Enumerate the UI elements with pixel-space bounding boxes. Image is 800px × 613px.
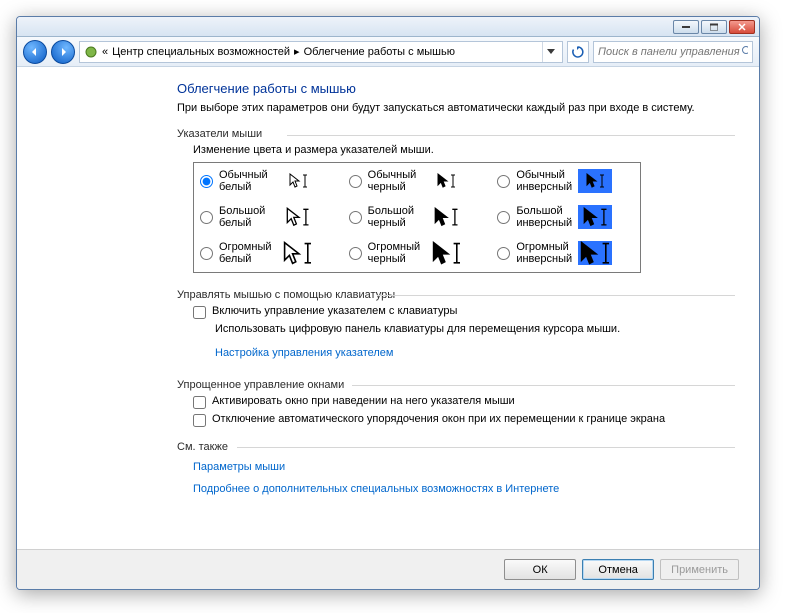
group-pointers: Указатели мыши (177, 128, 735, 140)
pointer-preview (281, 205, 315, 229)
pointer-preview (430, 241, 464, 265)
pointer-radio[interactable] (497, 175, 510, 188)
minimize-button[interactable] (673, 20, 699, 34)
pointer-label: Большойинверсный (516, 205, 574, 229)
pointer-label: Обычныйинверсный (516, 169, 574, 193)
pointer-option[interactable]: Большойинверсный (491, 199, 640, 235)
link-pointer-setup[interactable]: Настройка управления указателем (215, 347, 394, 359)
maximize-button[interactable] (701, 20, 727, 34)
close-button[interactable] (729, 20, 755, 34)
pointer-option[interactable]: Огромныйбелый (194, 235, 343, 271)
pointer-preview (578, 205, 612, 229)
link-online-accessibility[interactable]: Подробнее о дополнительных специальных в… (193, 483, 559, 495)
nav-back-button[interactable] (23, 40, 47, 64)
pointers-desc: Изменение цвета и размера указателей мыш… (193, 144, 735, 156)
search-box[interactable] (593, 41, 753, 63)
pointer-option[interactable]: Обычныйинверсный (491, 163, 640, 199)
breadcrumb-sep: ▸ (294, 45, 300, 58)
pointer-option[interactable]: Большойчерный (343, 199, 492, 235)
pointer-label: Обычныйбелый (219, 169, 277, 193)
pointer-grid: Обычныйбелый Обычныйчерный Обычныйинверсны… (193, 162, 641, 273)
pointer-preview (281, 169, 315, 193)
pointer-preview (430, 169, 464, 193)
page-title: Облегчение работы с мышью (177, 81, 735, 96)
nav-forward-button[interactable] (51, 40, 75, 64)
caret-icon (599, 174, 605, 188)
control-panel-icon (84, 45, 98, 59)
pointer-option[interactable]: Большойбелый (194, 199, 343, 235)
breadcrumb[interactable]: « Центр специальных возможностей ▸ Облег… (79, 41, 563, 63)
caret-icon (451, 208, 459, 226)
pointer-option[interactable]: Обычныйбелый (194, 163, 343, 199)
titlebar (17, 17, 759, 37)
pointer-radio[interactable] (200, 211, 213, 224)
breadcrumb-part1[interactable]: Центр специальных возможностей (112, 46, 290, 58)
search-input[interactable] (598, 46, 741, 58)
pointer-radio[interactable] (349, 211, 362, 224)
check-mousekeys-input[interactable] (193, 306, 206, 319)
caret-icon (452, 242, 462, 264)
pointer-option[interactable]: Огромныйинверсный (491, 235, 640, 271)
caret-icon (303, 242, 313, 264)
caret-icon (600, 208, 608, 226)
caret-icon (450, 174, 456, 188)
pointer-preview (578, 169, 612, 193)
check-activate-hover-input[interactable] (193, 396, 206, 409)
apply-button[interactable]: Применить (660, 559, 739, 580)
window: « Центр специальных возможностей ▸ Облег… (16, 16, 760, 590)
cursor-arrow-icon (283, 241, 302, 267)
pointer-label: Большойбелый (219, 205, 277, 229)
pointer-label: Огромныйчерный (368, 241, 426, 265)
pointer-option[interactable]: Огромныйчерный (343, 235, 492, 271)
group-windows: Упрощенное управление окнами (177, 379, 735, 391)
nav-bar: « Центр специальных возможностей ▸ Облег… (17, 37, 759, 67)
caret-icon (302, 174, 308, 188)
pointer-radio[interactable] (349, 175, 362, 188)
cursor-arrow-icon (289, 173, 301, 189)
pointer-label: Большойчерный (368, 205, 426, 229)
check-activate-hover[interactable]: Активировать окно при наведении на него … (193, 395, 735, 409)
pointer-radio[interactable] (349, 247, 362, 260)
cancel-button[interactable]: Отмена (582, 559, 654, 580)
group-keyboard: Управлять мышью с помощью клавиатуры (177, 289, 735, 301)
pointer-preview (578, 241, 612, 265)
pointer-preview (430, 205, 464, 229)
group-seealso: См. также (177, 441, 735, 453)
check-disable-snap[interactable]: Отключение автоматического упорядочения … (193, 413, 735, 427)
check-disable-snap-input[interactable] (193, 414, 206, 427)
caret-icon (601, 242, 611, 264)
cursor-arrow-icon (437, 173, 449, 189)
pointer-label: Обычныйчерный (368, 169, 426, 193)
breadcrumb-prefix: « (102, 46, 108, 58)
pointer-radio[interactable] (497, 247, 510, 260)
pointer-label: Огромныйбелый (219, 241, 277, 265)
cursor-arrow-icon (432, 241, 451, 267)
caret-icon (302, 208, 310, 226)
pointer-label: Огромныйинверсный (516, 241, 574, 265)
footer: ОК Отмена Применить (17, 549, 759, 589)
keyboard-desc: Использовать цифровую панель клавиатуры … (215, 323, 735, 335)
page-subtitle: При выборе этих параметров они будут зап… (177, 102, 735, 114)
pointer-radio[interactable] (200, 247, 213, 260)
pointer-radio[interactable] (200, 175, 213, 188)
link-mouse-params[interactable]: Параметры мыши (193, 461, 285, 473)
pointer-option[interactable]: Обычныйчерный (343, 163, 492, 199)
cursor-arrow-icon (580, 241, 599, 267)
refresh-button[interactable] (567, 41, 589, 63)
pointer-preview (281, 241, 315, 265)
search-icon (741, 45, 748, 59)
cursor-arrow-icon (586, 173, 598, 189)
content-area: Облегчение работы с мышью При выборе эти… (17, 67, 759, 539)
cursor-arrow-icon (286, 207, 302, 228)
ok-button[interactable]: ОК (504, 559, 576, 580)
breadcrumb-dropdown[interactable] (542, 42, 558, 62)
pointer-radio[interactable] (497, 211, 510, 224)
cursor-arrow-icon (583, 207, 599, 228)
check-mousekeys[interactable]: Включить управление указателем с клавиат… (193, 305, 735, 319)
breadcrumb-part2[interactable]: Облегчение работы с мышью (304, 46, 455, 58)
cursor-arrow-icon (434, 207, 450, 228)
